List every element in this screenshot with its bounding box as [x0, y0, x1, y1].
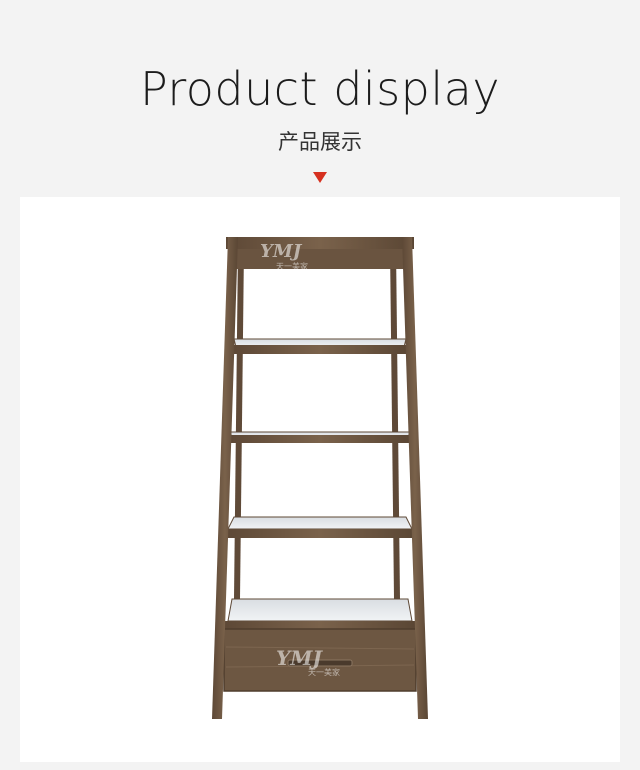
shelf-3	[224, 529, 416, 538]
down-triangle-icon	[313, 172, 327, 183]
shelf-4	[224, 621, 416, 629]
shelf-1	[232, 345, 408, 354]
top-rail	[226, 237, 414, 249]
page-subtitle: 产品展示	[278, 130, 362, 154]
svg-text:YMJ: YMJ	[276, 646, 323, 670]
ladder-shelf-image: YMJ 天一美家 YMJ 天一美家	[212, 237, 428, 719]
svg-text:YMJ: YMJ	[260, 241, 303, 262]
svg-text:天一美家: 天一美家	[276, 261, 308, 271]
page-title: Product display	[139, 62, 501, 116]
shelf-2	[228, 435, 412, 443]
svg-text:天一美家: 天一美家	[308, 667, 340, 677]
product-image-panel: YMJ 天一美家 YMJ 天一美家	[20, 197, 620, 762]
